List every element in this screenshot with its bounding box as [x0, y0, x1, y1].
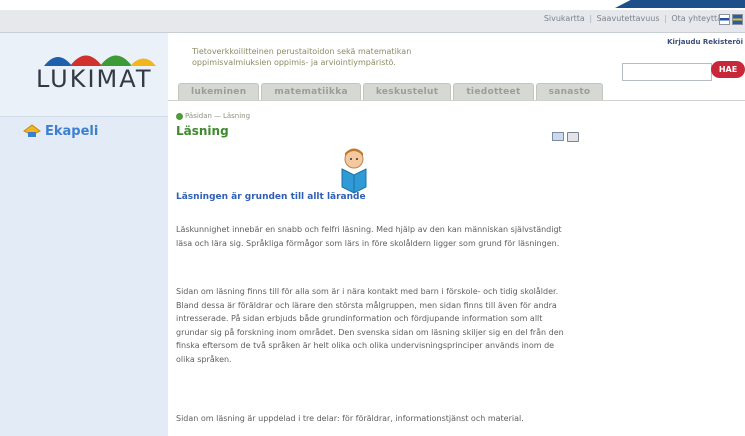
breadcrumb-current: Läsning [222, 112, 251, 120]
ekapeli-label: Ekapeli [45, 123, 99, 139]
section-subheading: Läsningen är grunden till allt lärande [176, 192, 366, 202]
email-icon[interactable] [552, 132, 564, 141]
link-saavutettavuus[interactable]: Saavutettavuus [597, 14, 660, 23]
tab-tiedotteet[interactable]: tiedotteet [453, 83, 534, 101]
finnish-flag-icon[interactable] [719, 14, 730, 25]
breadcrumb: Päsidan — Läsning [176, 112, 250, 120]
search-input[interactable] [622, 63, 712, 81]
paragraph: Sidan om läsning finns till för alla som… [176, 287, 564, 364]
ekapeli-hat-icon [23, 124, 41, 137]
page-tools [552, 132, 579, 142]
tab-lukeminen[interactable]: lukeminen [178, 83, 260, 101]
login-links[interactable]: Kirjaudu Rekisteröi [667, 38, 743, 46]
tagline-line: oppimisvalmiuksien oppimis- ja arviointi… [192, 58, 396, 67]
separator: | [589, 14, 593, 23]
left-sidebar [0, 33, 168, 436]
language-flags [719, 14, 743, 25]
breadcrumb-separator: — [213, 112, 221, 120]
search-button[interactable]: HAE [711, 61, 745, 78]
breadcrumb-home[interactable]: Päsidan [185, 112, 212, 120]
tagline-line: Tietoverkkoilitteinen perustaitoidon sek… [192, 47, 412, 56]
top-bar: Sivukartta | Saavutettavuus | Ota yhteyt… [0, 10, 745, 33]
page-title: Läsning [176, 124, 229, 138]
main-nav-tabs: lukeminen matematiikka keskustelut tiedo… [178, 83, 604, 101]
paragraph: Läskunnighet innebär en snabb och felfri… [176, 225, 562, 248]
tab-keskustelut[interactable]: keskustelut [362, 83, 452, 101]
corner-band [565, 0, 745, 10]
print-icon[interactable] [567, 132, 579, 142]
home-dot-icon [176, 112, 183, 120]
top-links: Sivukartta | Saavutettavuus | Ota yhteyt… [543, 14, 723, 23]
swedish-flag-icon[interactable] [732, 14, 743, 25]
lukimat-logo[interactable]: LUKIMAT [36, 42, 166, 93]
site-tagline: Tietoverkkoilitteinen perustaitoidon sek… [192, 46, 472, 68]
separator: | [664, 14, 667, 23]
tab-sanasto[interactable]: sanasto [535, 83, 604, 101]
sidebar-lower [0, 116, 168, 436]
link-ota-yhteytta[interactable]: Ota yhteyttä [671, 14, 722, 23]
logo-text: LUKIMAT [36, 65, 153, 93]
link-sivukartta[interactable]: Sivukartta [544, 14, 585, 23]
paragraph: Sidan om läsning är uppdelad i tre delar… [176, 414, 524, 423]
tab-matematiikka[interactable]: matematiikka [261, 83, 361, 101]
tab-baseline [168, 100, 745, 101]
ekapeli-link[interactable]: Ekapeli [22, 122, 98, 140]
reading-child-illustration [341, 148, 367, 194]
